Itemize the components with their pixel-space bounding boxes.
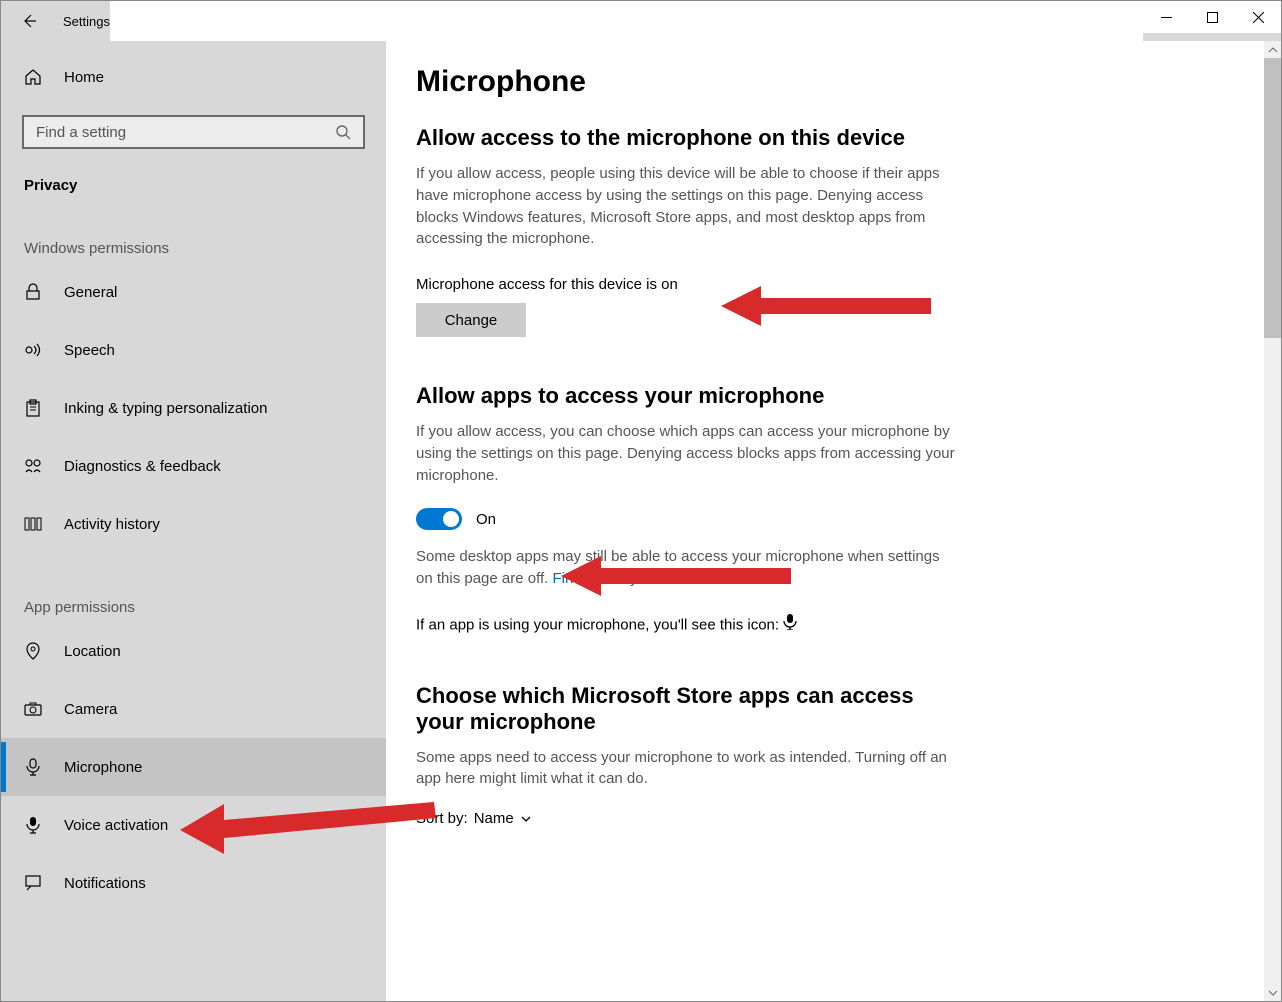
scroll-down-button[interactable] — [1264, 984, 1281, 1001]
scroll-up-button[interactable] — [1264, 41, 1281, 58]
microphone-icon — [24, 758, 42, 776]
sidebar-item-label: Camera — [64, 701, 117, 718]
sidebar-item-label: Activity history — [64, 516, 160, 533]
microphone-solid-icon — [24, 816, 42, 834]
allow-apps-toggle[interactable] — [416, 508, 462, 530]
section-heading: Allow apps to access your microphone — [416, 383, 1251, 409]
vertical-scrollbar[interactable] — [1264, 41, 1281, 1001]
sidebar-item-camera[interactable]: Camera — [1, 680, 386, 738]
sidebar-item-label: General — [64, 284, 117, 301]
section-store-apps: Choose which Microsoft Store apps can ac… — [416, 683, 1251, 828]
page-title: Microphone — [416, 65, 1251, 99]
sidebar-item-inking[interactable]: Inking & typing personalization — [1, 379, 386, 437]
history-icon — [24, 515, 42, 533]
sidebar-item-general[interactable]: General — [1, 263, 386, 321]
section-app-access: Allow apps to access your microphone If … — [416, 383, 1251, 637]
sidebar-item-label: Location — [64, 643, 121, 660]
sidebar-item-label: Notifications — [64, 875, 146, 892]
sidebar-section: Privacy — [1, 177, 386, 194]
chevron-down-icon — [520, 813, 532, 825]
mic-in-use-note: If an app is using your microphone, you'… — [416, 614, 956, 637]
scroll-track[interactable] — [1264, 58, 1281, 984]
sort-by-dropdown[interactable]: Sort by: Name — [416, 810, 1251, 827]
notifications-icon — [24, 874, 42, 892]
search-input[interactable] — [22, 115, 365, 149]
window-title: Settings — [63, 14, 110, 29]
toggle-state-label: On — [476, 511, 496, 528]
sort-value: Name — [474, 810, 514, 827]
search-icon — [335, 124, 351, 140]
section-desc: If you allow access, you can choose whic… — [416, 421, 956, 486]
feedback-icon — [24, 457, 42, 475]
sidebar-item-label: Voice activation — [64, 817, 168, 834]
content-area: Microphone Allow access to the microphon… — [386, 41, 1281, 1001]
scroll-thumb[interactable] — [1264, 58, 1281, 338]
minimize-button[interactable] — [1143, 1, 1189, 33]
sidebar-item-microphone[interactable]: Microphone — [1, 738, 386, 796]
sidebar-item-label: Speech — [64, 342, 115, 359]
camera-icon — [24, 700, 42, 718]
sidebar-item-activity[interactable]: Activity history — [1, 495, 386, 553]
speech-icon — [24, 341, 42, 359]
sidebar-item-diagnostics[interactable]: Diagnostics & feedback — [1, 437, 386, 495]
titlebar: Settings — [1, 1, 1281, 41]
maximize-button[interactable] — [1189, 1, 1235, 33]
section-heading: Allow access to the microphone on this d… — [416, 125, 1251, 151]
microphone-indicator-icon — [783, 614, 797, 637]
sidebar-item-voice-activation[interactable]: Voice activation — [1, 796, 386, 854]
back-icon[interactable] — [21, 13, 37, 29]
lock-icon — [24, 283, 42, 301]
home-nav[interactable]: Home — [1, 53, 386, 101]
section-desc: Some apps need to access your microphone… — [416, 747, 956, 791]
sidebar-item-location[interactable]: Location — [1, 622, 386, 680]
section-desc: If you allow access, people using this d… — [416, 163, 956, 250]
window-controls — [1143, 1, 1281, 33]
close-button[interactable] — [1235, 1, 1281, 33]
section-device-access: Allow access to the microphone on this d… — [416, 125, 1251, 337]
change-button[interactable]: Change — [416, 303, 526, 337]
sidebar: Home Privacy Windows permissions General… — [1, 41, 386, 1001]
clipboard-icon — [24, 399, 42, 417]
section-heading: Choose which Microsoft Store apps can ac… — [416, 683, 956, 735]
find-out-why-link[interactable]: Find out why — [553, 570, 638, 587]
desktop-apps-note: Some desktop apps may still be able to a… — [416, 546, 956, 590]
sidebar-item-notifications[interactable]: Notifications — [1, 854, 386, 912]
group-app-permissions: App permissions — [1, 599, 386, 616]
home-icon — [24, 68, 42, 86]
sidebar-item-label: Diagnostics & feedback — [64, 458, 221, 475]
group-windows-permissions: Windows permissions — [1, 240, 386, 257]
search-field[interactable] — [36, 124, 335, 141]
device-access-status: Microphone access for this device is on — [416, 276, 1251, 293]
sidebar-item-speech[interactable]: Speech — [1, 321, 386, 379]
home-label: Home — [64, 69, 104, 86]
sidebar-item-label: Inking & typing personalization — [64, 400, 267, 417]
sidebar-item-label: Microphone — [64, 759, 142, 776]
location-icon — [24, 642, 42, 660]
